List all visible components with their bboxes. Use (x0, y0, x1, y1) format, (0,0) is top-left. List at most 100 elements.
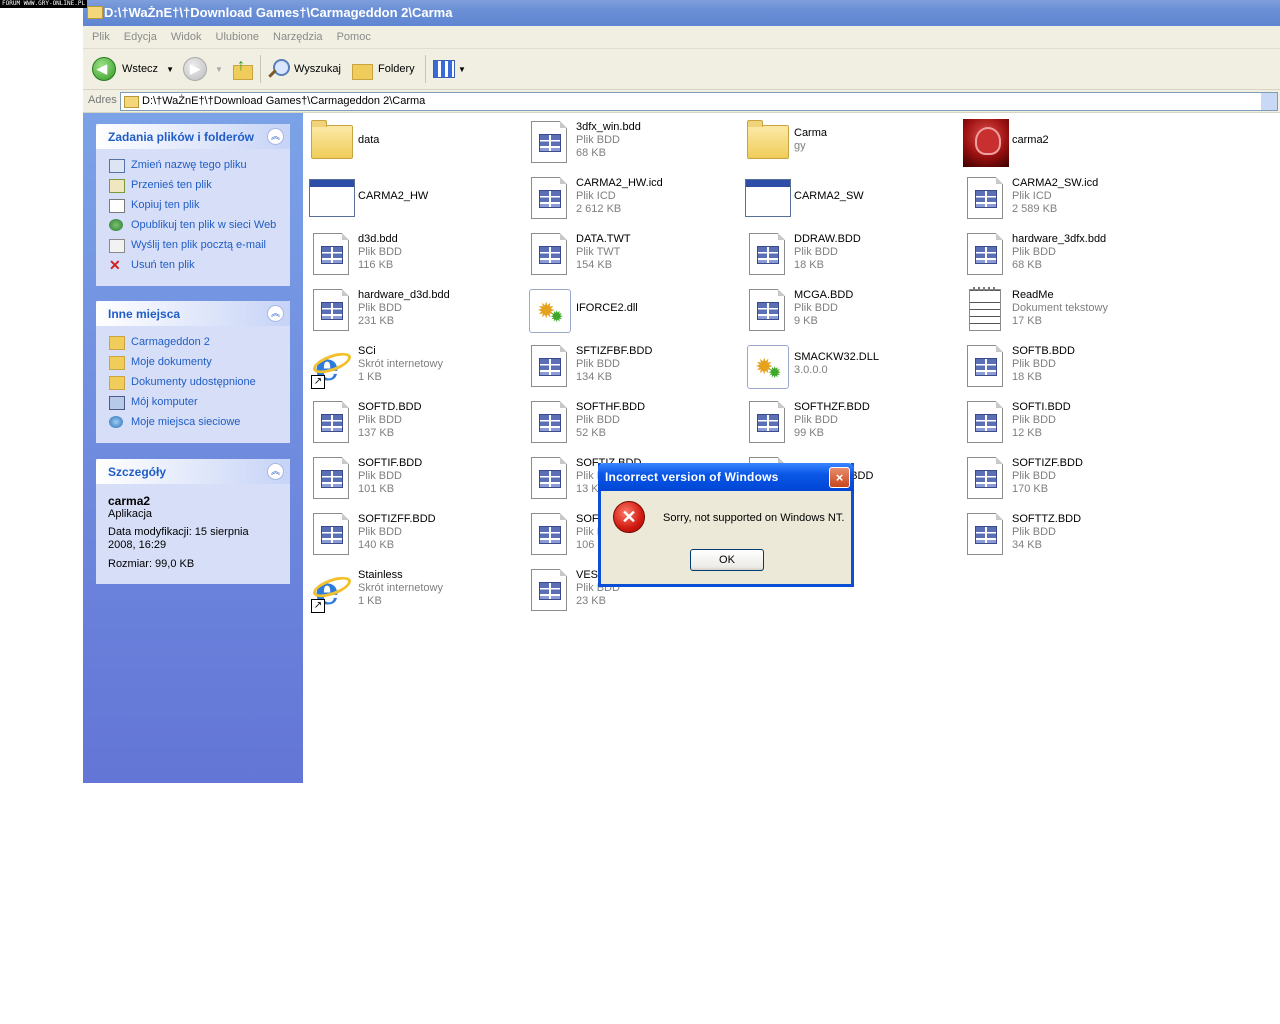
file-name: CARMA2_SW.icd (1012, 177, 1099, 189)
menu-pomoc[interactable]: Pomoc (337, 26, 371, 48)
file-name: ReadMe (1012, 289, 1054, 301)
other-places-header[interactable]: Inne miejsca ︽ (96, 301, 290, 326)
file-type: Skrót internetowy (358, 358, 443, 370)
document-icon (963, 343, 1009, 389)
task-pane: Zadania plików i folderów ︽ Zmień nazwę … (83, 113, 303, 783)
place-my-computer[interactable]: Mój komputer (96, 392, 290, 412)
text-document-icon (963, 287, 1009, 333)
document-icon (309, 287, 355, 333)
task-label: Przenieś ten plik (131, 179, 212, 191)
dialog-title-bar[interactable]: Incorrect version of Windows × (598, 463, 854, 491)
file-item[interactable]: CARMA2_SW.icd Plik ICD 2 589 KB (960, 172, 1170, 224)
collapse-chevron-icon[interactable]: ︽ (267, 305, 284, 322)
collapse-chevron-icon[interactable]: ︽ (267, 463, 284, 480)
file-type: Plik BDD (1012, 358, 1057, 370)
folder-icon (745, 119, 791, 165)
close-icon[interactable]: × (829, 467, 850, 488)
menu-ulubione[interactable]: Ulubione (216, 26, 259, 48)
address-input[interactable]: D:\†WaŻnE†\†Download Games†\Carmageddon … (120, 92, 1278, 111)
file-item[interactable]: 3dfx_win.bdd Plik BDD 68 KB (524, 116, 734, 168)
folders-icon (351, 59, 373, 80)
internet-shortcut-icon: e ↗ (309, 567, 355, 613)
file-size: 170 KB (1012, 483, 1049, 495)
file-type: Plik BDD (1012, 246, 1057, 258)
menu-edycja[interactable]: Edycja (124, 26, 157, 48)
file-item[interactable]: CARMA2_HW (306, 172, 516, 224)
task-copy[interactable]: Kopiuj ten plik (96, 195, 290, 215)
views-button[interactable]: ▼ (433, 57, 466, 81)
file-item[interactable]: SOFTTZ.BDD Plik BDD 34 KB (960, 508, 1170, 560)
menu-narzedzia[interactable]: Narzędzia (273, 26, 323, 48)
details-header[interactable]: Szczegóły ︽ (96, 459, 290, 484)
place-carmageddon-2[interactable]: Carmageddon 2 (96, 332, 290, 352)
file-item[interactable]: data (306, 116, 516, 168)
title-bar[interactable]: D:\†WaŻnE†\†Download Games†\Carmageddon … (83, 0, 1280, 26)
file-item[interactable]: SOFTHZF.BDD Plik BDD 99 KB (742, 396, 952, 448)
file-item[interactable]: ReadMe Dokument tekstowy 17 KB (960, 284, 1170, 336)
back-dropdown-icon[interactable]: ▼ (166, 65, 174, 74)
file-item[interactable]: e ↗ SCi Skrót internetowy 1 KB (306, 340, 516, 392)
address-dropdown-icon[interactable] (1261, 93, 1277, 110)
details-modified: Data modyfikacji: 15 sierpnia 2008, 16:2… (108, 526, 249, 551)
file-name: SOFTD.BDD (358, 401, 422, 413)
details-panel: Szczegóły ︽ carma2 Aplikacja Data modyfi… (96, 459, 290, 584)
file-item[interactable]: SOFTHF.BDD Plik BDD 52 KB (524, 396, 734, 448)
file-item[interactable]: MCGA.BDD Plik BDD 9 KB (742, 284, 952, 336)
file-size: 52 KB (576, 427, 606, 439)
file-item[interactable]: ✹ ✹ IFORCE2.dll (524, 284, 734, 336)
ok-button[interactable]: OK (690, 549, 764, 571)
up-folder-button[interactable]: ↑ (231, 57, 253, 81)
file-item[interactable]: SOFTIF.BDD Plik BDD 101 KB (306, 452, 516, 504)
file-type: Plik BDD (794, 246, 839, 258)
place-my-documents[interactable]: Moje dokumenty (96, 352, 290, 372)
task-delete[interactable]: ✕ Usuń ten plik (96, 255, 290, 275)
file-name: SOFTIZFF.BDD (358, 513, 436, 525)
file-type: Plik BDD (794, 414, 839, 426)
file-item[interactable]: ✹ ✹ SMACKW32.DLL 3.0.0.0 (742, 340, 952, 392)
file-item[interactable]: d3d.bdd Plik BDD 116 KB (306, 228, 516, 280)
delete-icon: ✕ (109, 257, 121, 273)
file-item[interactable]: SOFTIZFF.BDD Plik BDD 140 KB (306, 508, 516, 560)
task-publish[interactable]: Opublikuj ten plik w sieci Web (96, 215, 290, 235)
file-size: 140 KB (358, 539, 395, 551)
file-item[interactable]: carma2 (960, 116, 1170, 168)
task-label: Kopiuj ten plik (131, 199, 200, 211)
task-email[interactable]: Wyślij ten plik pocztą e-mail (96, 235, 290, 255)
file-item[interactable]: SOFTD.BDD Plik BDD 137 KB (306, 396, 516, 448)
file-item[interactable]: CARMA2_HW.icd Plik ICD 2 612 KB (524, 172, 734, 224)
search-button[interactable]: Wyszukaj (267, 57, 341, 81)
file-item[interactable]: SOFTIZF.BDD Plik BDD 170 KB (960, 452, 1170, 504)
document-icon (527, 511, 573, 557)
menu-widok[interactable]: Widok (171, 26, 202, 48)
file-name: data (358, 134, 380, 146)
toolbar-separator (260, 55, 261, 83)
file-item[interactable]: DATA.TWT Plik TWT 154 KB (524, 228, 734, 280)
place-label: Mój komputer (131, 396, 198, 408)
file-item[interactable]: SOFTI.BDD Plik BDD 12 KB (960, 396, 1170, 448)
task-move[interactable]: Przenieś ten plik (96, 175, 290, 195)
folders-button[interactable]: Foldery (351, 57, 415, 81)
file-item[interactable]: Carma gy (742, 116, 952, 168)
back-button[interactable]: ◀ Wstecz ▼ (92, 57, 174, 81)
file-item[interactable]: hardware_d3d.bdd Plik BDD 231 KB (306, 284, 516, 336)
file-size: 17 KB (1012, 315, 1042, 327)
file-item[interactable]: e ↗ Stainless Skrót internetowy 1 KB (306, 564, 516, 616)
file-type: Plik ICD (1012, 190, 1052, 202)
file-item[interactable]: hardware_3dfx.bdd Plik BDD 68 KB (960, 228, 1170, 280)
document-icon (309, 399, 355, 445)
forward-button[interactable]: ▶ ▼ (183, 57, 223, 81)
file-item[interactable]: CARMA2_SW (742, 172, 952, 224)
menu-plik[interactable]: Plik (92, 26, 110, 48)
dialog-title: Incorrect version of Windows (605, 470, 779, 484)
file-size: 2 589 KB (1012, 203, 1058, 215)
forward-dropdown-icon[interactable]: ▼ (215, 65, 223, 74)
place-network[interactable]: Moje miejsca sieciowe (96, 412, 290, 432)
place-shared-documents[interactable]: Dokumenty udostępnione (96, 372, 290, 392)
file-tasks-header[interactable]: Zadania plików i folderów ︽ (96, 124, 290, 149)
file-item[interactable]: SOFTB.BDD Plik BDD 18 KB (960, 340, 1170, 392)
collapse-chevron-icon[interactable]: ︽ (267, 128, 284, 145)
file-item[interactable]: SFTIZFBF.BDD Plik BDD 134 KB (524, 340, 734, 392)
task-rename[interactable]: Zmień nazwę tego pliku (96, 155, 290, 175)
file-item[interactable]: DDRAW.BDD Plik BDD 18 KB (742, 228, 952, 280)
forward-arrow-icon: ▶ (183, 57, 207, 81)
